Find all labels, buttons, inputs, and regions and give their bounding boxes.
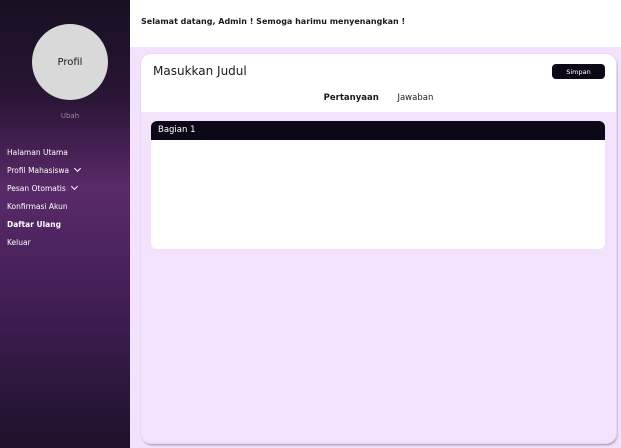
top-bar: Selamat datang, Admin ! Semoga harimu me… — [130, 0, 621, 47]
sidebar-item-daftar-ulang[interactable]: Daftar Ulang — [7, 215, 127, 233]
sidebar-nav: Halaman Utama Profil Mahasiswa Pesan Oto… — [7, 143, 127, 251]
welcome-message: Selamat datang, Admin ! Semoga harimu me… — [141, 17, 406, 26]
title-input[interactable] — [153, 64, 453, 78]
sidebar-item-label: Profil Mahasiswa — [7, 165, 70, 175]
tab-jawaban[interactable]: Jawaban — [397, 93, 433, 103]
section-title: Bagian 1 — [151, 121, 605, 140]
sidebar-item-keluar[interactable]: Keluar — [7, 233, 127, 251]
form-header: Simpan Pertanyaan Jawaban — [141, 54, 616, 112]
sidebar: Profil Ubah Halaman Utama Profil Mahasis… — [0, 0, 130, 448]
chevron-down-icon[interactable] — [74, 164, 82, 173]
form-tabs: Pertanyaan Jawaban — [141, 93, 616, 103]
form-panel: Simpan Pertanyaan Jawaban Bagian 1 — [141, 54, 616, 443]
edit-profile-link[interactable]: Ubah — [0, 112, 140, 120]
main-content: Selamat datang, Admin ! Semoga harimu me… — [130, 0, 621, 448]
save-button[interactable]: Simpan — [552, 64, 605, 79]
sidebar-item-label: Daftar Ulang — [7, 219, 61, 229]
sidebar-item-pesan-otomatis[interactable]: Pesan Otomatis — [7, 179, 127, 197]
sidebar-item-label: Konfirmasi Akun — [7, 201, 68, 211]
sidebar-item-label: Halaman Utama — [7, 147, 68, 157]
profile-label: Profil — [57, 56, 83, 68]
sidebar-item-profil-mahasiswa[interactable]: Profil Mahasiswa — [7, 161, 127, 179]
tab-pertanyaan[interactable]: Pertanyaan — [324, 93, 379, 103]
profile-avatar[interactable]: Profil — [32, 24, 108, 100]
sidebar-item-label: Keluar — [7, 237, 31, 247]
sidebar-item-label: Pesan Otomatis — [7, 183, 66, 193]
chevron-down-icon[interactable] — [70, 182, 78, 191]
sidebar-item-halaman-utama[interactable]: Halaman Utama — [7, 143, 127, 161]
sidebar-item-konfirmasi-akun[interactable]: Konfirmasi Akun — [7, 197, 127, 215]
section-card: Bagian 1 — [151, 121, 605, 249]
